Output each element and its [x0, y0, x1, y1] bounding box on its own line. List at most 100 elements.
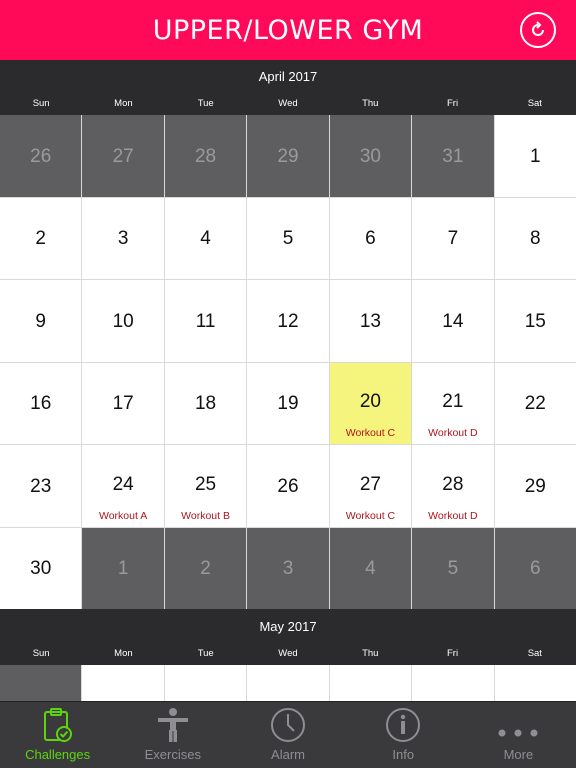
month-title-may: May 2017 [0, 610, 576, 644]
tab-challenges[interactable]: Challenges [0, 702, 115, 768]
day-cell[interactable]: 14 [412, 280, 494, 362]
day-number: 16 [30, 393, 52, 415]
weekday-label: Sat [527, 98, 542, 109]
day-number: 4 [200, 228, 211, 250]
day-cell[interactable]: 26 [0, 115, 82, 197]
day-cell[interactable]: 23 [0, 445, 82, 527]
day-cell[interactable]: 10 [82, 280, 164, 362]
day-cell[interactable]: 31 [412, 115, 494, 197]
day-number: 29 [277, 145, 299, 167]
workout-label: Workout B [181, 509, 230, 522]
day-number: 29 [524, 475, 546, 497]
day-cell[interactable]: 1 [494, 115, 576, 197]
day-cell[interactable]: 29 [494, 445, 576, 527]
day-cell[interactable]: 27 Workout C [329, 445, 412, 527]
day-number: 28 [442, 473, 464, 495]
day-number: 21 [442, 391, 464, 413]
day-number: 18 [194, 393, 217, 415]
tab-more[interactable]: More [461, 702, 576, 768]
day-cell[interactable]: 5 [247, 197, 329, 279]
weekday-label: Sat [527, 648, 542, 659]
day-cell[interactable] [494, 665, 576, 701]
weekday-label: Fri [447, 648, 459, 659]
refresh-icon [532, 21, 544, 36]
day-cell[interactable]: 6 [329, 197, 412, 279]
day-cell[interactable]: 2 [0, 197, 82, 279]
day-number: 26 [30, 145, 52, 167]
tab-info[interactable]: Info [346, 702, 461, 768]
day-number: 11 [195, 310, 216, 332]
day-number: 7 [447, 228, 459, 250]
refresh-button[interactable] [520, 12, 556, 48]
day-number: 27 [359, 473, 381, 495]
day-cell[interactable]: 9 [0, 280, 82, 362]
day-number: 12 [277, 310, 299, 332]
day-number: 23 [30, 475, 52, 497]
day-cell[interactable]: 19 [247, 362, 329, 444]
day-number: 8 [529, 228, 541, 250]
day-cell[interactable] [412, 665, 494, 701]
day-number: 5 [447, 558, 459, 580]
day-cell[interactable]: 4 [164, 197, 247, 279]
weekday-label: Fri [447, 98, 459, 109]
alarm-icon [271, 708, 305, 742]
day-cell[interactable]: 27 [82, 115, 164, 197]
weekday-label: Wed [278, 648, 298, 659]
day-cell[interactable]: 12 [247, 280, 329, 362]
day-cell[interactable]: 18 [164, 362, 247, 444]
day-number: 10 [112, 310, 134, 332]
day-number: 28 [194, 145, 217, 167]
tab-exercises[interactable]: Exercises [115, 702, 230, 768]
day-number: 15 [524, 310, 546, 332]
day-cell[interactable]: 4 [329, 527, 412, 609]
exercises-icon [157, 708, 188, 742]
day-cell[interactable]: 17 [82, 362, 164, 444]
day-cell[interactable]: 25 Workout B [164, 445, 247, 527]
day-cell-today[interactable]: 20 Workout C [329, 362, 412, 444]
day-cell[interactable]: 26 [247, 445, 329, 527]
day-cell[interactable] [164, 665, 247, 701]
day-cell[interactable]: 13 [329, 280, 412, 362]
day-number: 6 [365, 228, 376, 250]
day-cell[interactable] [82, 665, 164, 701]
day-cell[interactable]: 30 [329, 115, 412, 197]
weekday-label: Thu [362, 98, 379, 109]
day-cell[interactable]: 16 [0, 362, 82, 444]
day-number: 22 [524, 393, 546, 415]
day-cell[interactable]: 7 [412, 197, 494, 279]
day-cell[interactable]: 3 [82, 197, 164, 279]
day-cell[interactable] [247, 665, 329, 701]
day-number: 2 [200, 558, 211, 580]
day-cell[interactable]: 2 [164, 527, 247, 609]
day-cell[interactable]: 15 [494, 280, 576, 362]
day-cell[interactable] [329, 665, 412, 701]
day-cell[interactable]: 28 Workout D [412, 445, 494, 527]
day-cell[interactable]: 11 [164, 280, 247, 362]
weekday-label: Mon [114, 648, 133, 659]
day-cell[interactable]: 6 [494, 527, 576, 609]
day-cell[interactable]: 5 [412, 527, 494, 609]
weekday-label: Thu [362, 648, 379, 659]
day-cell[interactable]: 3 [247, 527, 329, 609]
day-number: 30 [30, 558, 52, 580]
day-cell[interactable]: 1 [82, 527, 164, 609]
weekday-label: Wed [278, 98, 298, 109]
day-cell[interactable]: 8 [494, 197, 576, 279]
day-number: 20 [359, 391, 381, 413]
weekday-header-may: Sun Mon Tue Wed Thu Fri Sat [0, 644, 576, 664]
day-cell[interactable]: 21 Workout D [412, 362, 494, 444]
tab-label: Alarm [271, 747, 305, 762]
day-cell[interactable]: 30 [0, 527, 82, 609]
challenges-icon [43, 708, 72, 742]
tab-bar: Challenges Exercises Alarm Info More [0, 701, 576, 768]
day-cell[interactable]: 28 [164, 115, 247, 197]
day-number: 30 [359, 145, 381, 167]
weekday-label: Mon [114, 98, 133, 109]
day-cell[interactable]: 24 Workout A [82, 445, 164, 527]
day-number: 6 [529, 558, 541, 580]
day-cell[interactable]: 29 [247, 115, 329, 197]
weekday-header-april: Sun Mon Tue Wed Thu Fri Sat [0, 94, 576, 114]
day-cell[interactable]: 22 [494, 362, 576, 444]
tab-alarm[interactable]: Alarm [230, 702, 345, 768]
day-cell[interactable] [0, 665, 82, 701]
